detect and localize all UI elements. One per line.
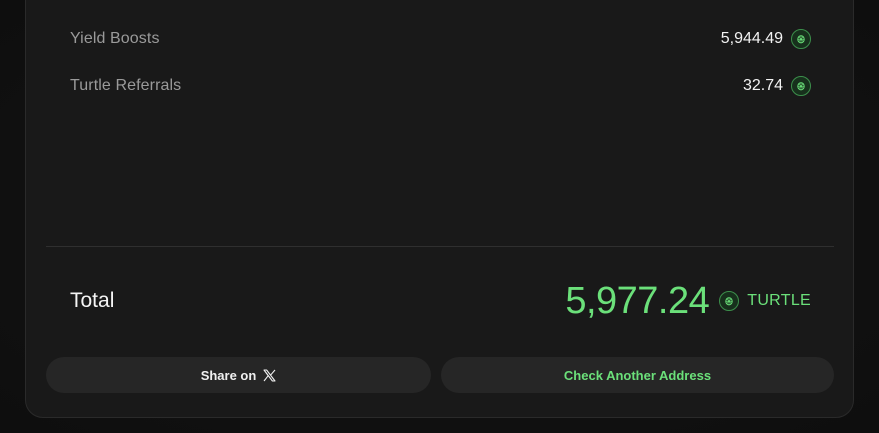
token-symbol: TURTLE [747,292,811,309]
total-label: Total [70,289,115,312]
section-divider [46,246,834,247]
x-logo-icon [263,368,276,382]
reward-row-value-group: 32.74 [743,76,811,96]
turtle-token-icon [791,76,811,96]
reward-row-label: Yield Boosts [70,30,160,47]
reward-row-value: 5,944.49 [720,30,783,47]
share-on-x-button[interactable]: Share on [46,357,431,393]
reward-row-value: 32.74 [742,77,783,94]
reward-row-turtle-referrals: Turtle Referrals 32.74 [70,74,811,98]
total-amount: 5,977.24 [565,279,710,322]
check-another-address-button[interactable]: Check Another Address [441,357,834,393]
total-value-group: 5,977.24 TURTLE [565,280,811,323]
turtle-token-icon [719,291,740,311]
reward-row-value-group: 5,944.49 [721,29,811,49]
rewards-card: Yield Boosts 5,944.49 Turtle Referrals 3… [25,0,854,418]
reward-row-yield-boosts: Yield Boosts 5,944.49 [70,27,811,51]
total-row: Total 5,977.24 TURTLE [70,279,811,323]
turtle-token-icon [791,29,811,49]
share-button-label: Share on [200,367,257,383]
page: Yield Boosts 5,944.49 Turtle Referrals 3… [0,0,879,433]
reward-row-label: Turtle Referrals [70,77,182,94]
